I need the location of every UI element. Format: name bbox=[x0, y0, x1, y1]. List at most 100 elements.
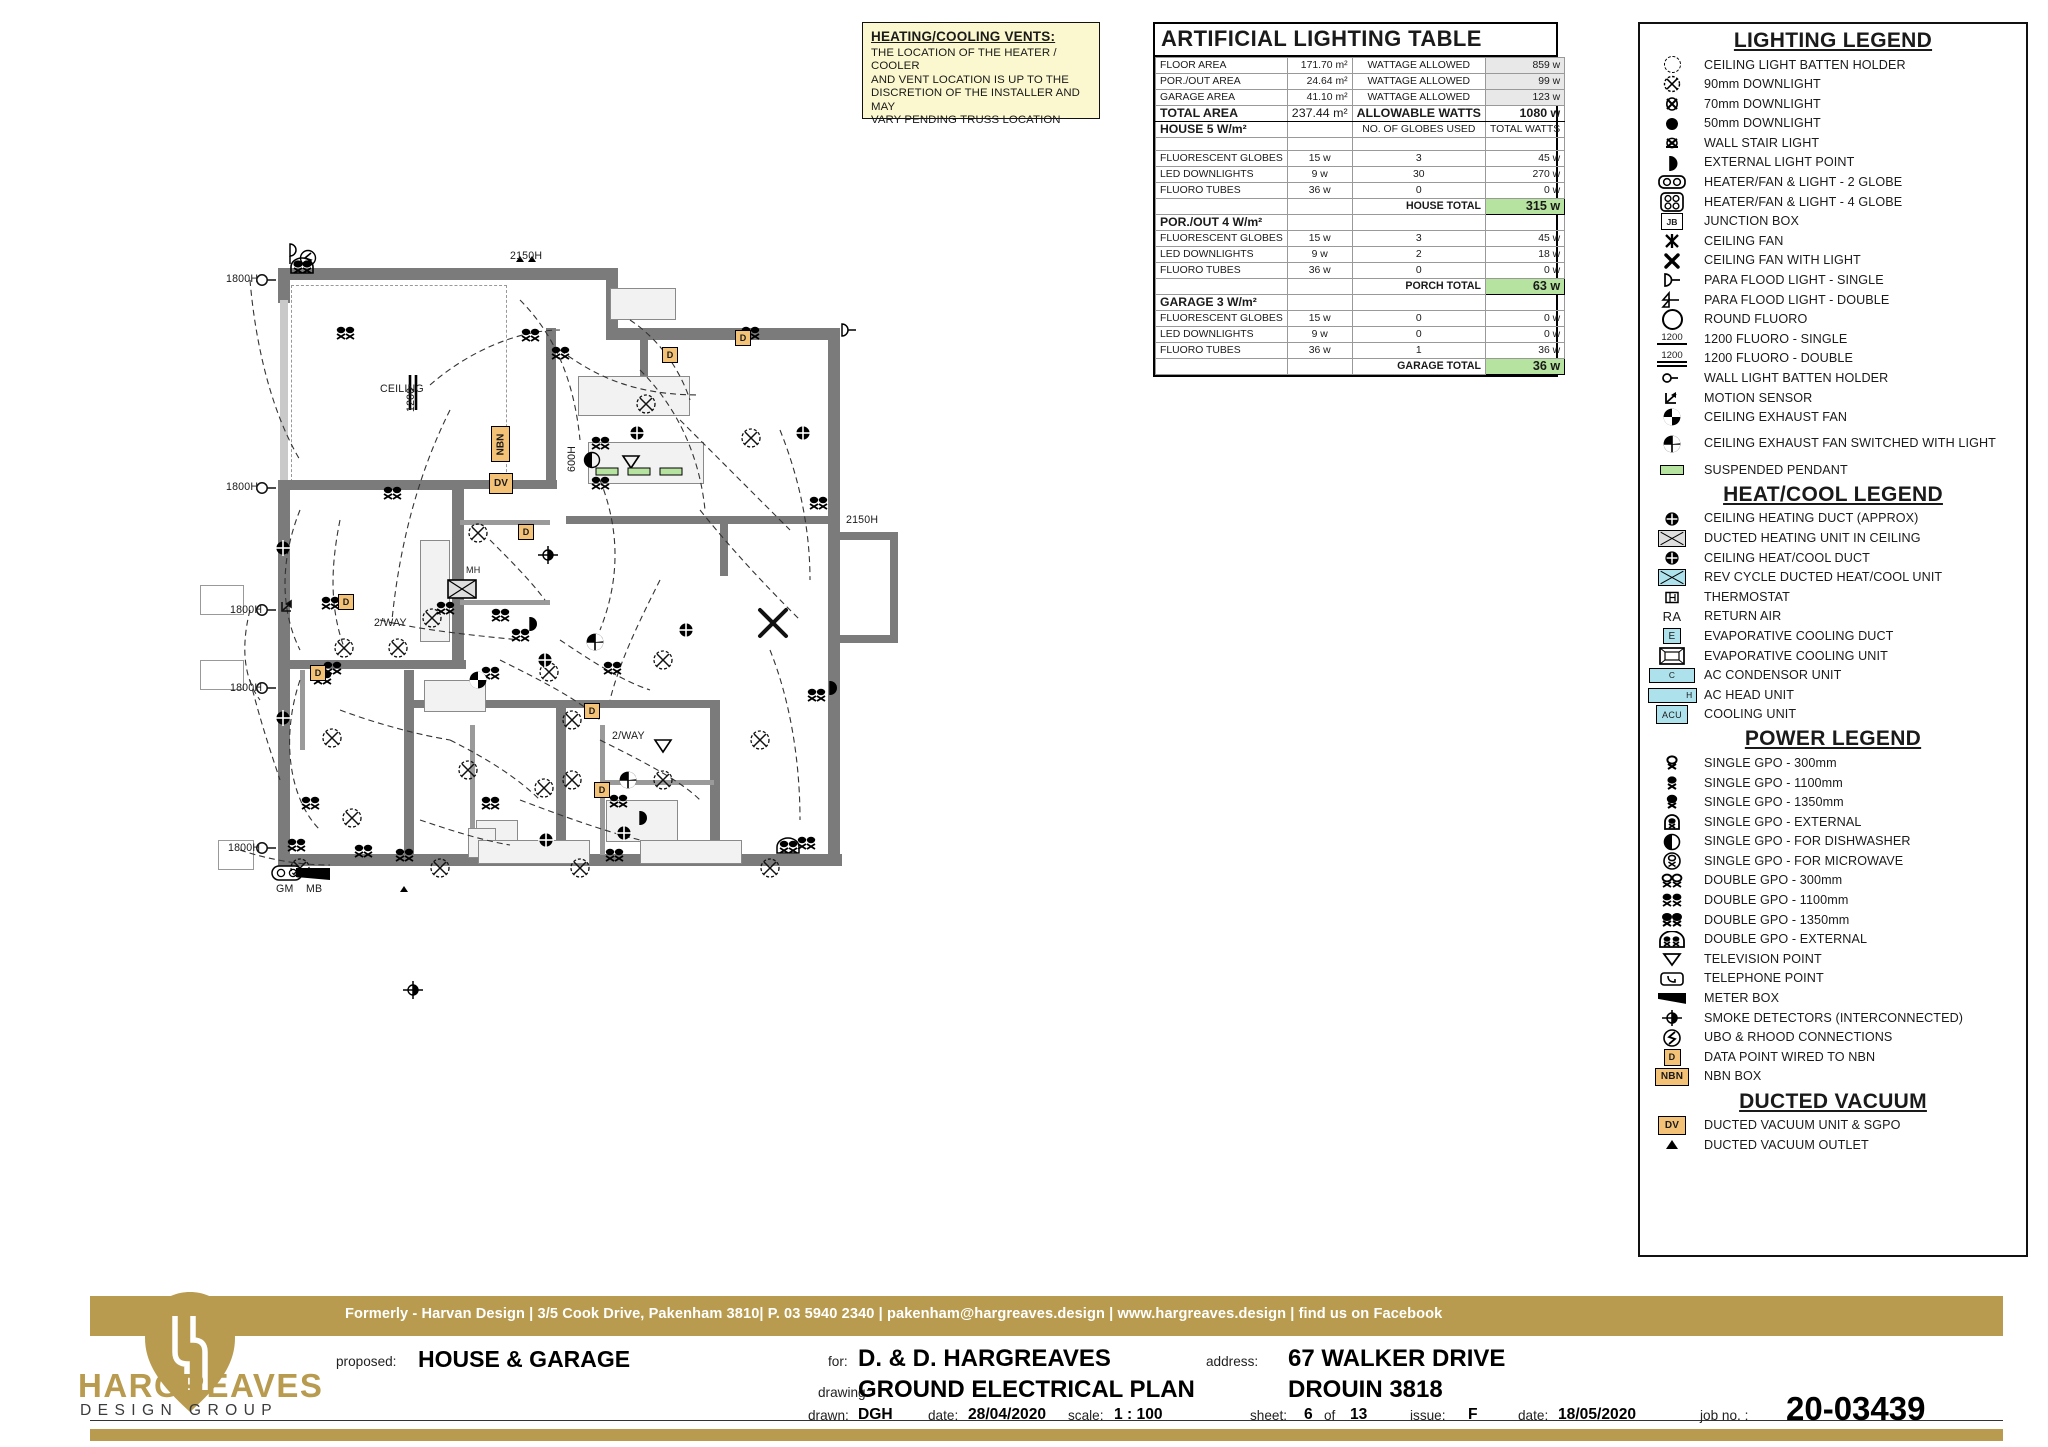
legend-label: DUCTED VACUUM OUTLET bbox=[1704, 1137, 1869, 1152]
cell-area: 41.10 m² bbox=[1286, 89, 1353, 106]
cell-total: 0 w bbox=[1484, 182, 1566, 199]
ubo-rhood-connection-icon bbox=[1640, 1028, 1704, 1048]
legend-label: AC CONDENSOR UNIT bbox=[1704, 668, 1842, 683]
smoke-detector-icon bbox=[1640, 1008, 1704, 1028]
table-row: LED DOWNLIGHTS 9 w 0 0 w bbox=[1155, 326, 1566, 343]
cell-total: 0 w bbox=[1484, 262, 1566, 279]
plan-annotation: 2150H bbox=[510, 250, 543, 262]
legend-label: SINGLE GPO - 1350mm bbox=[1704, 795, 1844, 810]
single-gpo-external-icon bbox=[1640, 813, 1704, 831]
cell-label: FLUORESCENT GLOBES bbox=[1155, 150, 1288, 167]
field-value-proposed: HOUSE & GARAGE bbox=[418, 1346, 631, 1372]
legend-item: PARA FLOOD LIGHT - SINGLE bbox=[1640, 271, 2026, 291]
double-gpo-1350mm-icon bbox=[1640, 912, 1704, 928]
legend-item: THERMOSTAT bbox=[1640, 587, 2026, 607]
cell-mid: WATTAGE ALLOWED bbox=[1351, 89, 1486, 106]
legend-item: ROUND FLUORO bbox=[1640, 309, 2026, 331]
brand-subtitle: DESIGN GROUP bbox=[80, 1402, 279, 1419]
field-value-address: 67 WALKER DRIVE bbox=[1288, 1345, 1506, 1372]
return-air-icon: RA bbox=[1640, 609, 1704, 624]
round-fluoro-icon bbox=[1640, 309, 1704, 331]
legend-label: DATA POINT WIRED TO NBN bbox=[1704, 1049, 1876, 1064]
legend-label: MOTION SENSOR bbox=[1704, 390, 1813, 405]
legend-item: HEATER/FAN & LIGHT - 2 GLOBE bbox=[1640, 173, 2026, 193]
legend-item: SINGLE GPO - 1350mm bbox=[1640, 793, 2026, 813]
cooling-unit-badge: ACU bbox=[1656, 705, 1688, 725]
cell-label: LED DOWNLIGHTS bbox=[1155, 166, 1288, 183]
plan-annotation: 1800H bbox=[226, 273, 259, 285]
table-row: FLUORESCENT GLOBES 15 w 3 45 w bbox=[1155, 230, 1566, 247]
heating-cooling-note-line: DISCRETION OF THE INSTALLER AND MAY bbox=[871, 87, 1081, 113]
legend-item: WALL STAIR LIGHT bbox=[1640, 133, 2026, 153]
plan-annotation: MH bbox=[466, 565, 481, 575]
wall-light-batten-holder-icon bbox=[1640, 371, 1704, 385]
artificial-lighting-table: ARTIFICIAL LIGHTING TABLE FLOOR AREA 171… bbox=[1153, 22, 1566, 377]
legend-label: SINGLE GPO - 1100mm bbox=[1704, 775, 1843, 790]
legend-item: 50mm DOWNLIGHT bbox=[1640, 114, 2026, 134]
legend-item: C AC CONDENSOR UNIT bbox=[1640, 666, 2026, 686]
table-row-house-header: HOUSE 5 W/m² NO. OF GLOBES USED TOTAL WA… bbox=[1155, 121, 1566, 138]
legend-item: 70mm DOWNLIGHT bbox=[1640, 94, 2026, 114]
heater-fan-light-4-globe-icon bbox=[1640, 191, 1704, 213]
cell-watts: 1080 w bbox=[1484, 105, 1566, 122]
cell-blank bbox=[1286, 121, 1353, 138]
legend-label: CEILING EXHAUST FAN SWITCHED WITH LIGHT bbox=[1704, 436, 1996, 451]
cell-area: 24.64 m² bbox=[1286, 73, 1353, 90]
cell-total-value: 315 w bbox=[1484, 198, 1566, 215]
legend-item: REV CYCLE DUCTED HEAT/COOL UNIT bbox=[1640, 568, 2026, 588]
legend-item: CEILING FAN bbox=[1640, 231, 2026, 251]
data-point-tag: D bbox=[735, 330, 751, 346]
table-row: FLUORO TUBES 36 w 1 36 w bbox=[1155, 342, 1566, 359]
cell-wattage: 36 w bbox=[1286, 342, 1353, 359]
legend-label: DOUBLE GPO - 1100mm bbox=[1704, 893, 1849, 908]
legend-label: CEILING LIGHT BATTEN HOLDER bbox=[1704, 57, 1906, 72]
cell-mid: NO. OF GLOBES USED bbox=[1351, 121, 1486, 138]
cell-watts: 123 w bbox=[1484, 89, 1566, 106]
meter-box-icon bbox=[1640, 992, 1704, 1004]
cell-total-label: HOUSE TOTAL bbox=[1351, 198, 1486, 215]
legend-label: DUCTED HEATING UNIT IN CEILING bbox=[1704, 530, 1921, 545]
legend-label: HEATER/FAN & LIGHT - 2 GLOBE bbox=[1704, 175, 1903, 190]
legend-item: DOUBLE GPO - 1100mm bbox=[1640, 891, 2026, 911]
legend-label: SMOKE DETECTORS (INTERCONNECTED) bbox=[1704, 1010, 1964, 1025]
cell-count: 0 bbox=[1351, 262, 1486, 279]
single-gpo-1350mm-icon bbox=[1640, 794, 1704, 810]
external-light-point-icon bbox=[1640, 154, 1704, 172]
plan-annotation: GM bbox=[276, 883, 294, 895]
cell-wattage: 15 w bbox=[1286, 230, 1353, 247]
legend-label: WALL STAIR LIGHT bbox=[1704, 135, 1820, 150]
cell-wattage: 36 w bbox=[1286, 182, 1353, 199]
cell-count: 3 bbox=[1351, 230, 1486, 247]
legend-item: DOUBLE GPO - EXTERNAL bbox=[1640, 930, 2026, 950]
cell-wattage: 15 w bbox=[1286, 150, 1353, 167]
field-value-suburb: DROUIN 3818 bbox=[1288, 1376, 1443, 1403]
cell-total-label: PORCH TOTAL bbox=[1351, 278, 1486, 295]
plan-annotation: 1800H bbox=[228, 842, 261, 854]
legend-label: AC HEAD UNIT bbox=[1704, 687, 1795, 702]
legend-item: CEILING HEAT/COOL DUCT bbox=[1640, 548, 2026, 568]
legend-item: DV DUCTED VACUUM UNIT & SGPO bbox=[1640, 1115, 2026, 1136]
legend-item: SUSPENDED PENDANT bbox=[1640, 460, 2026, 480]
cell-total: 0 w bbox=[1484, 310, 1566, 327]
cell-count: 3 bbox=[1351, 150, 1486, 167]
ceiling-heating-duct-icon bbox=[1640, 511, 1704, 527]
data-point-tag: D bbox=[662, 347, 678, 363]
legend-item: CEILING HEATING DUCT (APPROX) bbox=[1640, 509, 2026, 529]
legend-label: TELEVISION POINT bbox=[1704, 951, 1822, 966]
cell-wattage: 9 w bbox=[1286, 246, 1353, 263]
legend-label: RETURN AIR bbox=[1704, 609, 1782, 624]
legend-item: 1200 1200 FLUORO - SINGLE bbox=[1640, 329, 2026, 349]
cell-total-label: GARAGE TOTAL bbox=[1351, 358, 1486, 375]
cell-label: FLUORO TUBES bbox=[1155, 182, 1288, 199]
field-label-issue: issue: bbox=[1410, 1408, 1446, 1423]
ducted-vacuum-outlet-icon bbox=[1640, 1140, 1704, 1150]
ceiling-heat-cool-duct-icon bbox=[1640, 550, 1704, 566]
motion-sensor-icon bbox=[1640, 390, 1704, 406]
legend-item: JB JUNCTION BOX bbox=[1640, 212, 2026, 232]
table-row: POR./OUT AREA 24.64 m² WATTAGE ALLOWED 9… bbox=[1155, 73, 1566, 90]
legend-item: CEILING LIGHT BATTEN HOLDER bbox=[1640, 55, 2026, 75]
ducted-heating-unit-ceiling-icon bbox=[1640, 529, 1704, 547]
field-value-issue: F bbox=[1468, 1406, 1478, 1423]
heat-cool-legend-title: HEAT/COOL LEGEND bbox=[1723, 482, 1943, 506]
table-row-garage-total: GARAGE TOTAL 36 w bbox=[1155, 358, 1566, 375]
